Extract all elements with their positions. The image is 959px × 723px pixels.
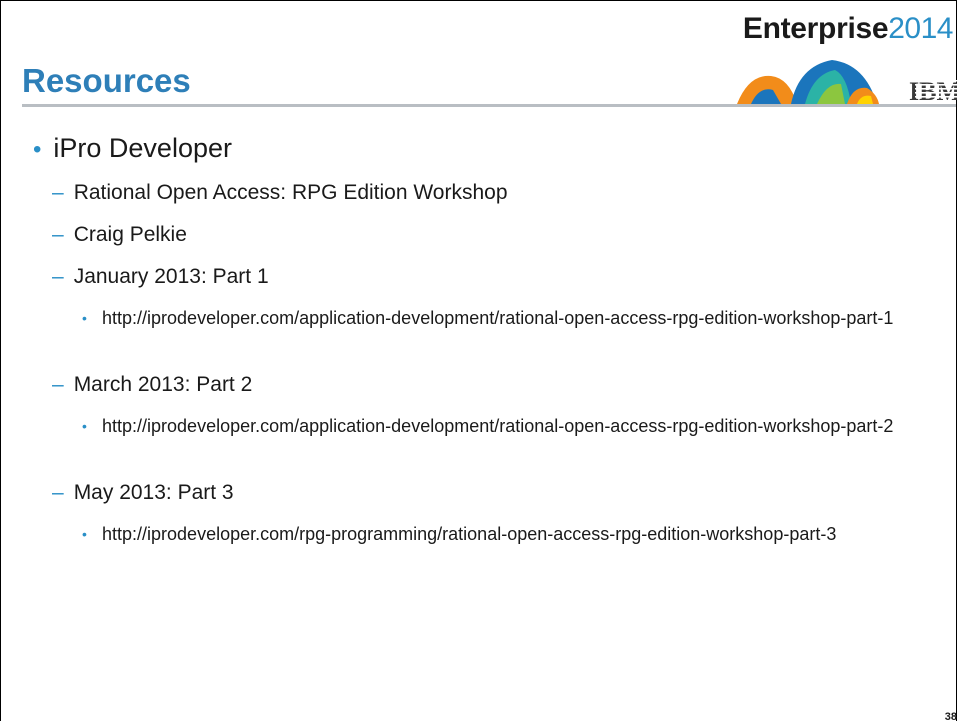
- sub-bullet-text: January 2013: Part 1: [73, 265, 269, 288]
- slide-body: • iPro Developer – Rational Open Access: R…: [0, 0, 959, 721]
- sub-bullet: – March 2013: Part 2: [52, 373, 252, 397]
- dash-icon: –: [52, 181, 64, 204]
- bullet-dot-icon: •: [33, 136, 42, 163]
- small-bullet-icon: •: [82, 418, 87, 434]
- sub-bullet-text: May 2013: Part 3: [73, 481, 234, 504]
- sub-bullet-text: Rational Open Access: RPG Edition Worksh…: [73, 181, 508, 204]
- bullet-l1-text: iPro Developer: [53, 133, 232, 163]
- url-link[interactable]: http://iprodeveloper.com/application-dev…: [82, 414, 959, 439]
- small-bullet-icon: •: [82, 310, 87, 326]
- sub-bullet: – Rational Open Access: RPG Edition Works…: [52, 181, 508, 205]
- dash-icon: –: [52, 481, 64, 504]
- sub-bullet: – May 2013: Part 3: [52, 481, 234, 505]
- sub-bullet: – Craig Pelkie: [52, 223, 187, 247]
- url-bullet: • http://iprodeveloper.com/rpg-programmi…: [82, 522, 872, 547]
- sub-bullet: – January 2013: Part 1: [52, 265, 269, 289]
- dash-icon: –: [52, 223, 64, 246]
- dash-icon: –: [52, 265, 64, 288]
- page-number: 38: [944, 711, 957, 723]
- small-bullet-icon: •: [82, 526, 87, 542]
- sub-bullet-text: March 2013: Part 2: [73, 373, 253, 396]
- dash-icon: –: [52, 373, 64, 396]
- url-bullet: • http://iprodeveloper.com/application-d…: [82, 414, 959, 439]
- bullet-l1: • iPro Developer: [33, 133, 232, 164]
- url-bullet: • http://iprodeveloper.com/application-d…: [82, 306, 959, 331]
- sub-bullet-text: Craig Pelkie: [73, 223, 187, 246]
- url-link[interactable]: http://iprodeveloper.com/rpg-programming…: [82, 522, 872, 547]
- url-link[interactable]: http://iprodeveloper.com/application-dev…: [82, 306, 959, 331]
